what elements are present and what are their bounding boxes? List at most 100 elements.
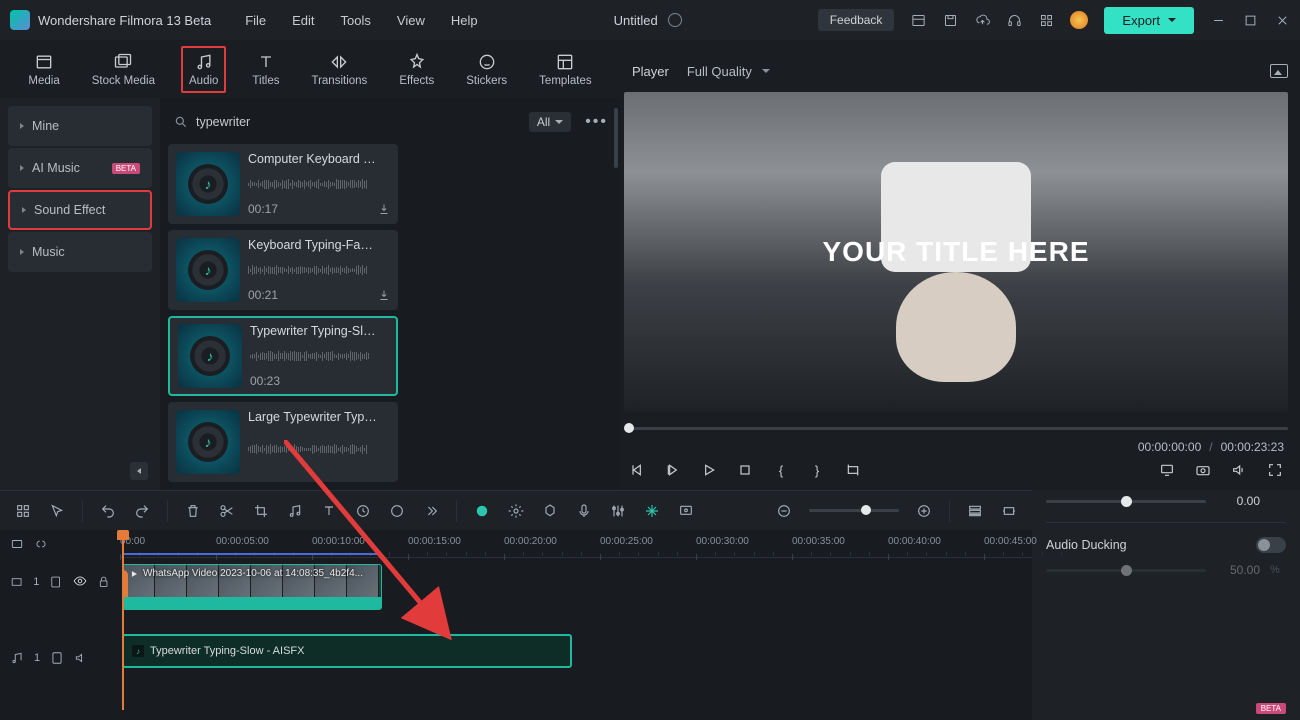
audio-clip-card[interactable]: ♪ Typewriter Typing-Slow... 00:23 [168,316,398,396]
collapse-sidebar-button[interactable] [130,462,148,480]
timeline-view-icon[interactable] [966,502,984,520]
mark-out-icon[interactable]: } [808,461,826,479]
video-clip[interactable]: WhatsApp Video 2023-10-06 at 14:08:35_4b… [122,564,382,610]
playhead[interactable] [122,530,124,710]
tab-stickers[interactable]: Stickers [460,48,513,91]
volume-icon[interactable] [1230,461,1248,479]
delete-icon[interactable] [184,502,202,520]
menu-help[interactable]: Help [451,13,478,28]
zoom-in-icon[interactable] [915,502,933,520]
ruler-tick: 00:00:25:00 [600,536,653,547]
pitch-value[interactable]: 0.00 [1216,494,1260,508]
stop-icon[interactable] [736,461,754,479]
mixer-icon[interactable] [609,502,627,520]
maximize-icon[interactable] [1242,12,1258,28]
zoom-out-icon[interactable] [775,502,793,520]
tab-effects[interactable]: Effects [393,48,440,91]
user-avatar-icon[interactable] [1070,11,1088,29]
prev-frame-icon[interactable] [628,461,646,479]
scrub-bar[interactable] [624,422,1288,434]
crop-icon[interactable] [252,502,270,520]
record-screen-icon[interactable] [677,502,695,520]
more-options-button[interactable]: ••• [581,113,612,131]
pitch-slider[interactable] [1046,500,1206,503]
tab-stock-media[interactable]: Stock Media [86,48,161,91]
gear-icon[interactable] [507,502,525,520]
waveform-icon [248,177,390,191]
menu-tools[interactable]: Tools [341,13,371,28]
tab-templates[interactable]: Templates [533,48,597,91]
save-icon[interactable] [942,12,958,28]
audio-clip-card[interactable]: ♪ Computer Keyboard Ty... 00:17 [168,144,398,224]
music-note-icon: ♪ [132,645,144,657]
text-icon[interactable] [320,502,338,520]
beat-music-icon[interactable] [286,502,304,520]
snapshot-icon[interactable] [1270,64,1288,78]
menu-view[interactable]: View [397,13,425,28]
cursor-icon[interactable] [48,502,66,520]
sidebar-item-sound-effect[interactable]: Sound Effect [8,190,152,230]
audio-clip-card[interactable]: ♪ Keyboard Typing-Fast 0... 00:21 [168,230,398,310]
close-icon[interactable] [1274,12,1290,28]
audio-track-header[interactable]: 1 [0,640,120,676]
video-track-header[interactable]: 1 [0,564,120,600]
ruler-tick: 00:00:35:00 [792,536,845,547]
display-icon[interactable] [1158,461,1176,479]
minimize-icon[interactable] [1210,12,1226,28]
speed-icon[interactable] [354,502,372,520]
play-start-icon[interactable] [664,461,682,479]
tab-transitions[interactable]: Transitions [305,48,373,91]
enhance-icon[interactable] [643,502,661,520]
audio-clip[interactable]: ♪ Typewriter Typing-Slow - AISFX [122,634,572,668]
redo-icon[interactable] [133,502,151,520]
quality-dropdown[interactable]: Full Quality [687,64,770,79]
menu-file[interactable]: File [245,13,266,28]
color-icon[interactable] [388,502,406,520]
mark-in-icon[interactable]: { [772,461,790,479]
document-title[interactable]: Untitled [614,13,658,28]
mic-icon[interactable] [575,502,593,520]
export-button[interactable]: Export [1104,7,1194,34]
waveform-icon [248,263,390,277]
video-viewport[interactable]: YOUR TITLE HERE [624,92,1288,412]
tab-media[interactable]: Media [22,48,65,91]
sidebar-item-music[interactable]: Music [8,232,152,272]
more-tools-icon[interactable] [422,502,440,520]
zoom-slider[interactable] [809,509,899,512]
feedback-button[interactable]: Feedback [818,9,895,31]
ducking-toggle[interactable] [1256,537,1286,553]
filter-all-dropdown[interactable]: All [529,112,571,132]
scissors-icon[interactable] [218,502,236,520]
audio-clip-card[interactable]: ♪ Large Typewriter Typing... [168,402,398,482]
undo-icon[interactable] [99,502,117,520]
search-input[interactable] [196,115,513,129]
layout-icon[interactable] [910,12,926,28]
headphones-icon[interactable] [1006,12,1022,28]
ducking-slider[interactable] [1046,569,1206,572]
audio-sidebar: Mine AI MusicBETA Sound Effect Music [0,98,160,490]
work-region[interactable] [122,553,380,555]
scrollbar[interactable] [614,108,618,168]
play-icon[interactable] [700,461,718,479]
download-icon[interactable] [378,289,390,301]
grid-icon[interactable] [14,502,32,520]
fullscreen-icon[interactable] [1266,461,1284,479]
sidebar-item-ai-music[interactable]: AI MusicBETA [8,148,152,188]
timeline-toolbar [0,490,1032,530]
download-icon[interactable] [378,203,390,215]
cloud-upload-icon[interactable] [974,12,990,28]
apps-grid-icon[interactable] [1038,12,1054,28]
marker-icon[interactable] [541,502,559,520]
menu-bar: File Edit Tools View Help [245,13,477,28]
crop-tool-icon[interactable] [844,461,862,479]
timeline-options[interactable] [0,530,120,558]
tab-titles[interactable]: Titles [246,48,285,91]
fit-zoom-icon[interactable] [1000,502,1018,520]
camera-icon[interactable] [1194,461,1212,479]
ai-tool-icon[interactable] [473,502,491,520]
tab-audio[interactable]: Audio [181,46,226,93]
sidebar-item-mine[interactable]: Mine [8,106,152,146]
menu-edit[interactable]: Edit [292,13,314,28]
ruler-tick: 00:00:05:00 [216,536,269,547]
ruler-tick: 00:00:45:00 [984,536,1037,547]
